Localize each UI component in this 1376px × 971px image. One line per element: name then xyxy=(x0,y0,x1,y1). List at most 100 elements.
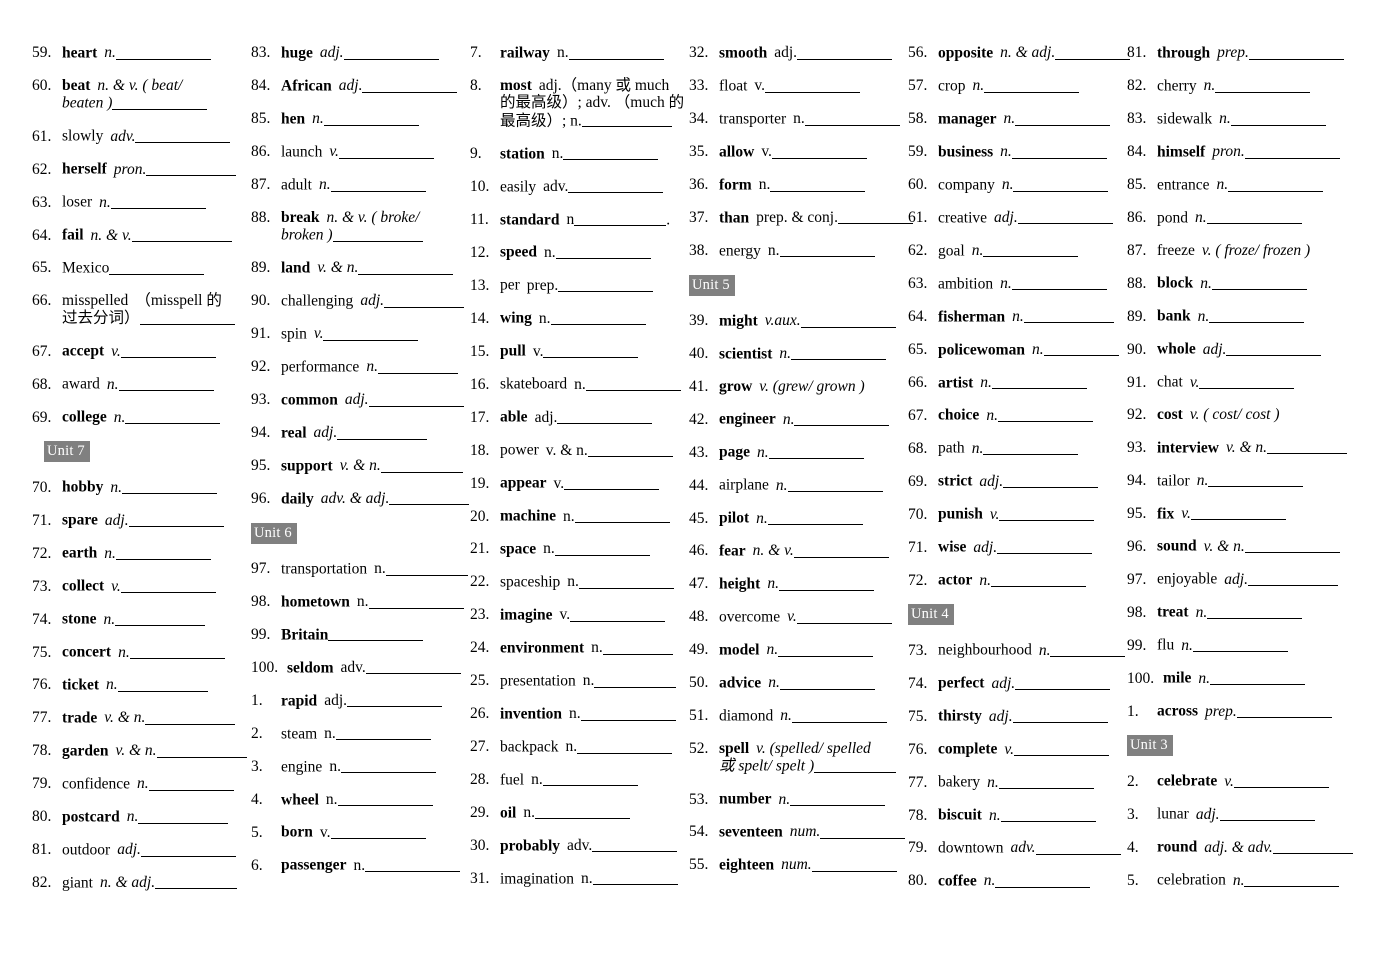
answer-blank[interactable] xyxy=(155,874,238,890)
answer-blank[interactable] xyxy=(146,160,237,176)
answer-blank[interactable] xyxy=(120,342,216,359)
answer-blank[interactable] xyxy=(999,505,1095,522)
answer-blank[interactable] xyxy=(1207,603,1303,620)
answer-blank[interactable] xyxy=(779,674,875,690)
answer-blank[interactable] xyxy=(811,856,897,872)
answer-blank[interactable] xyxy=(343,44,439,60)
answer-blank[interactable] xyxy=(794,410,890,426)
answer-blank[interactable] xyxy=(997,538,1093,555)
answer-blank[interactable] xyxy=(1228,176,1324,192)
answer-blank[interactable] xyxy=(791,707,887,723)
answer-blank[interactable] xyxy=(557,408,653,424)
answer-blank[interactable] xyxy=(558,276,654,293)
answer-blank[interactable] xyxy=(122,478,217,495)
answer-blank[interactable] xyxy=(332,226,423,242)
answer-blank[interactable] xyxy=(768,443,864,459)
answer-blank[interactable] xyxy=(997,406,1093,423)
answer-blank[interactable] xyxy=(1267,439,1348,455)
answer-blank[interactable] xyxy=(995,872,1091,888)
answer-blank[interactable] xyxy=(323,110,419,126)
answer-blank[interactable] xyxy=(797,44,893,60)
answer-blank[interactable] xyxy=(145,709,236,725)
answer-blank[interactable] xyxy=(115,44,211,60)
answer-blank[interactable] xyxy=(1244,537,1340,554)
answer-blank[interactable] xyxy=(148,775,234,791)
answer-blank[interactable] xyxy=(377,358,458,374)
answer-blank[interactable] xyxy=(542,771,638,787)
answer-blank[interactable] xyxy=(128,511,224,527)
answer-blank[interactable] xyxy=(577,738,673,754)
answer-blank[interactable] xyxy=(1035,839,1121,855)
answer-blank[interactable] xyxy=(804,110,900,126)
answer-blank[interactable] xyxy=(1215,77,1311,93)
answer-blank[interactable] xyxy=(1003,472,1099,489)
answer-blank[interactable] xyxy=(120,577,216,593)
answer-blank[interactable] xyxy=(1050,641,1126,658)
answer-blank[interactable] xyxy=(131,226,232,242)
answer-blank[interactable] xyxy=(140,841,236,857)
answer-blank[interactable] xyxy=(1233,772,1329,789)
answer-blank[interactable] xyxy=(1013,176,1109,192)
answer-blank[interactable] xyxy=(1055,44,1131,60)
answer-blank[interactable] xyxy=(1206,209,1302,225)
answer-blank[interactable] xyxy=(814,757,897,773)
answer-blank[interactable] xyxy=(564,474,660,490)
answer-blank[interactable] xyxy=(337,424,428,440)
answer-blank[interactable] xyxy=(983,242,1079,258)
answer-blank[interactable] xyxy=(1209,307,1305,323)
answer-blank[interactable] xyxy=(115,544,211,560)
answer-blank[interactable] xyxy=(574,211,667,227)
answer-blank[interactable] xyxy=(543,342,639,359)
answer-blank[interactable] xyxy=(778,575,874,591)
answer-blank[interactable] xyxy=(338,143,434,159)
answer-blank[interactable] xyxy=(1015,674,1111,690)
answer-blank[interactable] xyxy=(330,176,426,192)
answer-blank[interactable] xyxy=(984,77,1080,93)
answer-blank[interactable] xyxy=(1230,110,1326,126)
answer-blank[interactable] xyxy=(135,127,231,143)
answer-blank[interactable] xyxy=(1014,740,1109,756)
answer-blank[interactable] xyxy=(771,143,867,159)
answer-blank[interactable] xyxy=(335,725,431,741)
answer-blank[interactable] xyxy=(1210,669,1306,686)
answer-blank[interactable] xyxy=(362,77,458,93)
answer-blank[interactable] xyxy=(380,457,463,473)
answer-blank[interactable] xyxy=(1219,805,1315,821)
answer-blank[interactable] xyxy=(1211,274,1307,290)
answer-blank[interactable] xyxy=(1011,275,1107,291)
answer-blank[interactable] xyxy=(770,176,866,192)
answer-blank[interactable] xyxy=(574,507,670,523)
answer-blank[interactable] xyxy=(778,641,874,657)
answer-blank[interactable] xyxy=(1011,143,1107,159)
answer-blank[interactable] xyxy=(1208,472,1304,488)
answer-blank[interactable] xyxy=(796,608,892,624)
answer-blank[interactable] xyxy=(790,790,886,806)
answer-blank[interactable] xyxy=(365,659,461,675)
answer-blank[interactable] xyxy=(602,639,673,655)
answer-blank[interactable] xyxy=(365,856,461,873)
answer-blank[interactable] xyxy=(1199,373,1295,389)
answer-blank[interactable] xyxy=(765,77,861,93)
answer-blank[interactable] xyxy=(568,44,664,60)
answer-blank[interactable] xyxy=(125,408,221,424)
answer-blank[interactable] xyxy=(110,193,206,209)
answer-blank[interactable] xyxy=(358,259,454,275)
answer-blank[interactable] xyxy=(554,540,650,556)
answer-blank[interactable] xyxy=(323,325,419,341)
answer-blank[interactable] xyxy=(1017,209,1113,225)
answer-blank[interactable] xyxy=(983,439,1079,456)
answer-blank[interactable] xyxy=(109,259,205,275)
answer-blank[interactable] xyxy=(1244,871,1340,887)
answer-blank[interactable] xyxy=(1192,636,1288,653)
answer-blank[interactable] xyxy=(340,758,436,774)
answer-blank[interactable] xyxy=(139,309,235,326)
answer-blank[interactable] xyxy=(129,643,225,659)
answer-blank[interactable] xyxy=(820,823,906,839)
answer-blank[interactable] xyxy=(138,808,229,824)
answer-blank[interactable] xyxy=(384,292,464,308)
answer-blank[interactable] xyxy=(368,593,464,609)
answer-blank[interactable] xyxy=(580,705,676,721)
answer-blank[interactable] xyxy=(568,178,664,194)
answer-blank[interactable] xyxy=(581,112,672,128)
answer-blank[interactable] xyxy=(1247,570,1338,587)
